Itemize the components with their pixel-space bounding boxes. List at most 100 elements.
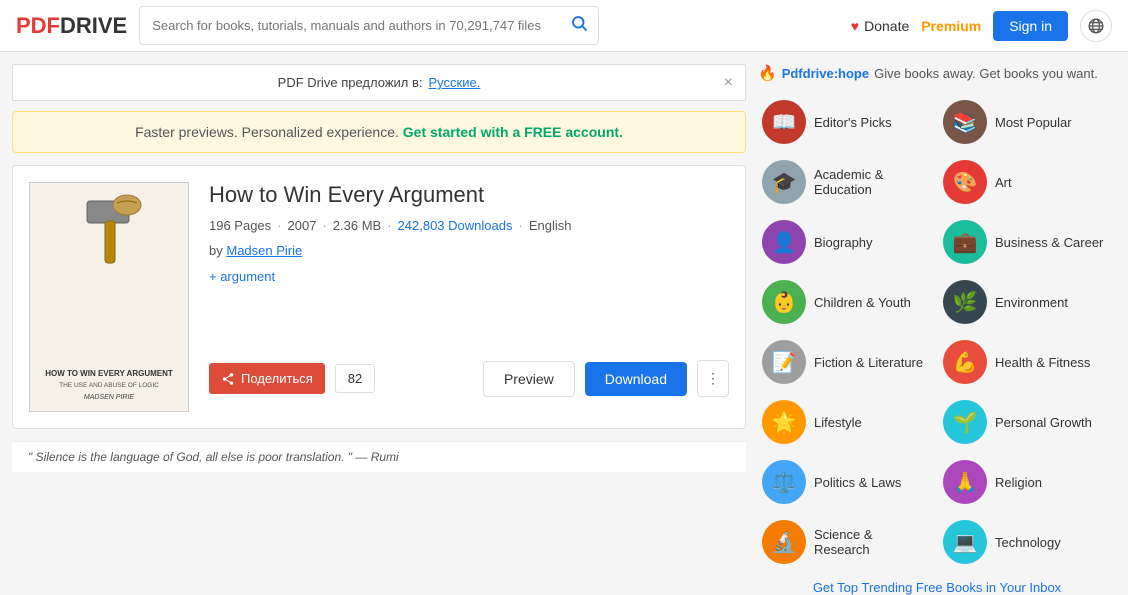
categories-grid: 📖 Editor's Picks 📚 Most Popular 🎓 Academ… [758, 94, 1116, 570]
category-icon-most-popular: 📚 [943, 100, 987, 144]
sidebar-hope: 🔥 Pdfdrive:hope Give books away. Get boo… [758, 64, 1116, 82]
category-icon-personal: 🌱 [943, 400, 987, 444]
book-year: 2007 [288, 218, 317, 233]
book-language: English [529, 218, 572, 233]
category-item-lifestyle[interactable]: 🌟 Lifestyle [758, 394, 935, 450]
category-item-health[interactable]: 💪 Health & Fitness [939, 334, 1116, 390]
category-item-most-popular[interactable]: 📚 Most Popular [939, 94, 1116, 150]
category-icon-technology: 💻 [943, 520, 987, 564]
donate-button[interactable]: ♥ Donate [851, 18, 909, 34]
category-item-biography[interactable]: 👤 Biography [758, 214, 935, 270]
lang-banner-close[interactable]: × [724, 74, 733, 92]
main-container: PDF Drive предложил в: Русские. × Faster… [0, 52, 1128, 595]
lang-banner-text: PDF Drive предложил в: [278, 75, 423, 90]
sep2: · [322, 218, 326, 233]
category-label-lifestyle: Lifestyle [814, 415, 862, 430]
book-cover-illustration [69, 193, 149, 273]
preview-button[interactable]: Preview [483, 361, 575, 397]
category-item-environment[interactable]: 🌿 Environment [939, 274, 1116, 330]
category-icon-biography: 👤 [762, 220, 806, 264]
category-item-academic[interactable]: 🎓 Academic & Education [758, 154, 935, 210]
globe-icon [1087, 17, 1105, 35]
category-label-personal: Personal Growth [995, 415, 1092, 430]
category-icon-politics: ⚖️ [762, 460, 806, 504]
book-meta: 196 Pages · 2007 · 2.36 MB · 242,803 Dow… [209, 218, 729, 233]
category-item-editors-picks[interactable]: 📖 Editor's Picks [758, 94, 935, 150]
header-right: ♥ Donate Premium Sign in [851, 10, 1112, 42]
quote-text: " Silence is the language of God, all el… [28, 450, 399, 464]
donate-label: Donate [864, 18, 909, 34]
category-label-editors-picks: Editor's Picks [814, 115, 892, 130]
book-info: How to Win Every Argument 196 Pages · 20… [209, 182, 729, 412]
promo-text: Faster previews. Personalized experience… [135, 124, 399, 140]
search-input[interactable] [140, 11, 560, 40]
category-item-fiction[interactable]: 📝 Fiction & Literature [758, 334, 935, 390]
category-item-religion[interactable]: 🙏 Religion [939, 454, 1116, 510]
category-item-technology[interactable]: 💻 Technology [939, 514, 1116, 570]
sep4: · [518, 218, 522, 233]
book-actions: Поделиться 82 Preview Download ⋮ [209, 360, 729, 397]
book-size: 2.36 MB [333, 218, 381, 233]
more-options-button[interactable]: ⋮ [697, 360, 729, 397]
promo-banner: Faster previews. Personalized experience… [12, 111, 746, 153]
sep3: · [387, 218, 391, 233]
header: PDFDRIVE ♥ Donate Premium Sign in [0, 0, 1128, 52]
cover-title: HOW TO WIN EVERY ARGUMENT [45, 369, 173, 379]
category-label-academic: Academic & Education [814, 167, 931, 197]
content-area: PDF Drive предложил в: Русские. × Faster… [0, 64, 758, 595]
book-cover: HOW TO WIN EVERY ARGUMENT THE USE AND AB… [29, 182, 189, 412]
trending-link[interactable]: Get Top Trending Free Books in Your Inbo… [758, 580, 1116, 595]
book-pages: 196 Pages [209, 218, 271, 233]
cover-subtitle: THE USE AND ABUSE OF LOGIC [45, 382, 173, 389]
category-icon-science: 🔬 [762, 520, 806, 564]
category-item-art[interactable]: 🎨 Art [939, 154, 1116, 210]
download-button[interactable]: Download [585, 362, 687, 396]
share-count: 82 [335, 364, 375, 393]
logo-pdf: PDF [16, 13, 60, 39]
share-label: Поделиться [241, 371, 313, 386]
category-icon-religion: 🙏 [943, 460, 987, 504]
search-icon [570, 14, 588, 32]
book-tag[interactable]: + argument [209, 269, 275, 284]
search-bar [139, 6, 599, 45]
category-icon-business: 💼 [943, 220, 987, 264]
author-prefix: by [209, 243, 223, 258]
hope-text: Give books away. Get books you want. [874, 66, 1098, 81]
category-label-most-popular: Most Popular [995, 115, 1072, 130]
category-item-science[interactable]: 🔬 Science & Research [758, 514, 935, 570]
cover-author: MADSEN PIRIE [45, 394, 173, 401]
signin-button[interactable]: Sign in [993, 11, 1068, 41]
book-card: HOW TO WIN EVERY ARGUMENT THE USE AND AB… [12, 165, 746, 429]
category-item-children[interactable]: 👶 Children & Youth [758, 274, 935, 330]
category-label-art: Art [995, 175, 1012, 190]
category-label-religion: Religion [995, 475, 1042, 490]
category-item-business[interactable]: 💼 Business & Career [939, 214, 1116, 270]
heart-icon: ♥ [851, 18, 859, 34]
category-icon-health: 💪 [943, 340, 987, 384]
category-icon-art: 🎨 [943, 160, 987, 204]
premium-button[interactable]: Premium [921, 18, 981, 34]
category-item-personal[interactable]: 🌱 Personal Growth [939, 394, 1116, 450]
promo-cta[interactable]: Get started with a FREE account. [403, 124, 623, 140]
category-label-biography: Biography [814, 235, 873, 250]
category-icon-academic: 🎓 [762, 160, 806, 204]
logo[interactable]: PDFDRIVE [16, 13, 127, 39]
category-item-politics[interactable]: ⚖️ Politics & Laws [758, 454, 935, 510]
share-icon [221, 372, 235, 386]
category-label-politics: Politics & Laws [814, 475, 901, 490]
globe-button[interactable] [1080, 10, 1112, 42]
sep1: · [277, 218, 281, 233]
hope-link[interactable]: Pdfdrive:hope [782, 66, 869, 81]
book-author[interactable]: Madsen Pirie [226, 243, 302, 258]
share-button[interactable]: Поделиться [209, 363, 325, 394]
category-icon-fiction: 📝 [762, 340, 806, 384]
category-label-health: Health & Fitness [995, 355, 1090, 370]
flame-icon: 🔥 [758, 64, 777, 82]
lang-banner-link[interactable]: Русские. [429, 75, 481, 90]
search-button[interactable] [560, 7, 598, 44]
book-downloads: 242,803 Downloads [398, 218, 513, 233]
category-icon-editors-picks: 📖 [762, 100, 806, 144]
logo-drive: DRIVE [60, 13, 127, 39]
category-label-children: Children & Youth [814, 295, 911, 310]
book-author-line: by Madsen Pirie [209, 243, 729, 258]
